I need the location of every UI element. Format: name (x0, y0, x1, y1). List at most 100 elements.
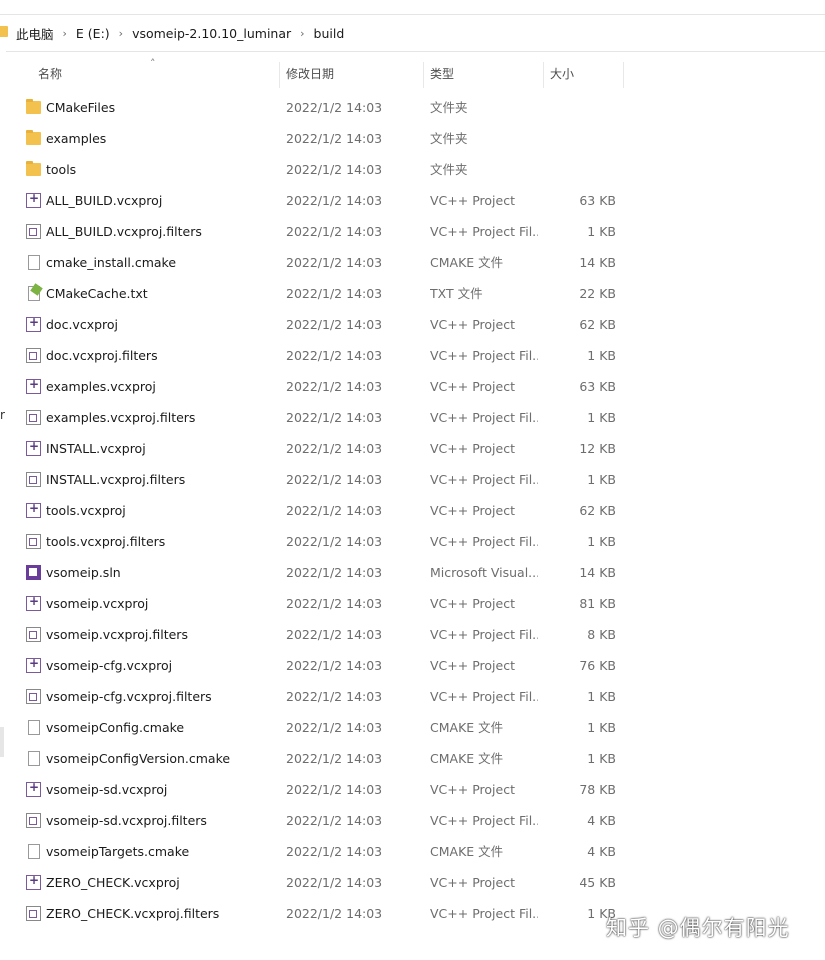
file-date: 2022/1/2 14:03 (286, 224, 383, 239)
file-row[interactable]: vsomeip-sd.vcxproj.filters 2022/1/2 14:03… (0, 805, 625, 836)
file-name: vsomeipConfig.cmake (46, 720, 185, 735)
file-row[interactable]: vsomeip-cfg.vcxproj.filters 2022/1/2 14:0… (0, 681, 625, 712)
sort-ascending-icon: ˄ (150, 57, 156, 70)
file-date: 2022/1/2 14:03 (286, 844, 383, 859)
breadcrumb-this-pc[interactable]: 此电脑 (16, 24, 54, 43)
file-type: VC++ Project Fil... (430, 627, 538, 642)
breadcrumb-drive-e[interactable]: E (E:) (76, 26, 110, 41)
vcxproj-icon (26, 439, 41, 456)
file-size: 62 KB (579, 503, 616, 518)
file-size: 8 KB (587, 627, 616, 642)
file-row[interactable]: vsomeipConfigVersion.cmake 2022/1/2 14:03… (0, 743, 625, 774)
column-header-name[interactable]: 名称 (38, 60, 62, 90)
vcxproj-icon (26, 377, 41, 394)
chevron-right-icon[interactable]: › (63, 27, 67, 40)
file-type: CMAKE 文件 (430, 720, 504, 735)
file-type: VC++ Project (430, 193, 515, 208)
chevron-right-icon[interactable]: › (300, 27, 304, 40)
file-name: examples.vcxproj (46, 379, 156, 394)
file-row[interactable]: tools.vcxproj.filters 2022/1/2 14:03 VC++ … (0, 526, 625, 557)
file-row[interactable]: vsomeipTargets.cmake 2022/1/2 14:03 CMAKE … (0, 836, 625, 867)
file-size: 62 KB (579, 317, 616, 332)
file-row[interactable]: tools.vcxproj 2022/1/2 14:03 VC++ Project 6… (0, 495, 625, 526)
file-row[interactable]: doc.vcxproj.filters 2022/1/2 14:03 VC++ Pr… (0, 340, 625, 371)
file-date: 2022/1/2 14:03 (286, 782, 383, 797)
file-row[interactable]: CMakeFiles 2022/1/2 14:03 文件夹 (0, 92, 625, 123)
file-name: INSTALL.vcxproj (46, 441, 146, 456)
filters-icon (26, 224, 41, 239)
file-row[interactable]: vsomeip.sln 2022/1/2 14:03 Microsoft Visua… (0, 557, 625, 588)
file-size: 1 KB (587, 224, 616, 239)
column-divider[interactable] (423, 62, 424, 88)
filters-icon (26, 534, 41, 549)
file-size: 1 KB (587, 410, 616, 425)
file-size: 1 KB (587, 534, 616, 549)
file-row[interactable]: examples.vcxproj 2022/1/2 14:03 VC++ Proje… (0, 371, 625, 402)
breadcrumb-build[interactable]: build (314, 26, 345, 41)
file-date: 2022/1/2 14:03 (286, 472, 383, 487)
filters-icon (26, 627, 41, 642)
file-name: vsomeip.vcxproj.filters (46, 627, 188, 642)
file-type: VC++ Project Fil... (430, 410, 538, 425)
file-date: 2022/1/2 14:03 (286, 193, 383, 208)
file-type: VC++ Project (430, 317, 515, 332)
file-type: VC++ Project Fil... (430, 689, 538, 704)
file-row[interactable]: tools 2022/1/2 14:03 文件夹 (0, 154, 625, 185)
file-row[interactable]: INSTALL.vcxproj.filters 2022/1/2 14:03 VC+… (0, 464, 625, 495)
column-header-size[interactable]: 大小 (550, 60, 574, 90)
file-date: 2022/1/2 14:03 (286, 441, 383, 456)
file-name: vsomeip-sd.vcxproj (46, 782, 168, 797)
file-row[interactable]: examples 2022/1/2 14:03 文件夹 (0, 123, 625, 154)
file-type: 文件夹 (430, 100, 468, 115)
file-row[interactable]: ZERO_CHECK.vcxproj 2022/1/2 14:03 VC++ Pro… (0, 867, 625, 898)
file-size: 81 KB (579, 596, 616, 611)
filters-icon (26, 472, 41, 487)
file-name: vsomeip-cfg.vcxproj (46, 658, 173, 673)
file-row[interactable]: vsomeip-sd.vcxproj 2022/1/2 14:03 VC++ Pro… (0, 774, 625, 805)
filters-icon (26, 410, 41, 425)
file-type: VC++ Project Fil... (430, 472, 538, 487)
column-header-type[interactable]: 类型 (430, 60, 454, 90)
file-row[interactable]: vsomeip.vcxproj.filters 2022/1/2 14:03 VC+… (0, 619, 625, 650)
file-row[interactable]: vsomeipConfig.cmake 2022/1/2 14:03 CMAKE 文… (0, 712, 625, 743)
document-icon (28, 844, 40, 859)
file-date: 2022/1/2 14:03 (286, 410, 383, 425)
folder-icon (0, 26, 8, 37)
file-type: TXT 文件 (430, 286, 483, 301)
file-row[interactable]: vsomeip.vcxproj 2022/1/2 14:03 VC++ Projec… (0, 588, 625, 619)
file-type: 文件夹 (430, 131, 468, 146)
column-divider[interactable] (543, 62, 544, 88)
file-date: 2022/1/2 14:03 (286, 100, 383, 115)
chevron-right-icon[interactable]: › (119, 27, 123, 40)
file-size: 22 KB (579, 286, 616, 301)
file-type: VC++ Project (430, 441, 515, 456)
file-date: 2022/1/2 14:03 (286, 317, 383, 332)
file-row[interactable]: INSTALL.vcxproj 2022/1/2 14:03 VC++ Projec… (0, 433, 625, 464)
file-row[interactable]: ALL_BUILD.vcxproj.filters 2022/1/2 14:03 V… (0, 216, 625, 247)
file-type: VC++ Project (430, 503, 515, 518)
file-date: 2022/1/2 14:03 (286, 131, 383, 146)
file-row[interactable]: ZERO_CHECK.vcxproj.filters 2022/1/2 14:03… (0, 898, 625, 929)
file-row[interactable]: doc.vcxproj 2022/1/2 14:03 VC++ Project 62 … (0, 309, 625, 340)
file-row[interactable]: cmake_install.cmake 2022/1/2 14:03 CMAKE 文… (0, 247, 625, 278)
file-type: VC++ Project Fil... (430, 224, 538, 239)
column-divider[interactable] (279, 62, 280, 88)
file-row[interactable]: CMakeCache.txt 2022/1/2 14:03 TXT 文件 22 KB (0, 278, 625, 309)
file-row[interactable]: ALL_BUILD.vcxproj 2022/1/2 14:03 VC++ Proj… (0, 185, 625, 216)
filters-icon (26, 689, 41, 704)
file-date: 2022/1/2 14:03 (286, 348, 383, 363)
file-size: 4 KB (587, 844, 616, 859)
address-bar[interactable]: 此电脑 › E (E:) › vsomeip-2.10.10_luminar ›… (0, 14, 825, 52)
column-divider[interactable] (623, 62, 624, 88)
file-row[interactable]: vsomeip-cfg.vcxproj 2022/1/2 14:03 VC++ Pr… (0, 650, 625, 681)
breadcrumb-vsomeip-folder[interactable]: vsomeip-2.10.10_luminar (132, 26, 291, 41)
file-type: VC++ Project (430, 658, 515, 673)
file-type: CMAKE 文件 (430, 255, 504, 270)
file-size: 1 KB (587, 689, 616, 704)
file-size: 63 KB (579, 193, 616, 208)
file-type: VC++ Project Fil... (430, 534, 538, 549)
file-row[interactable]: examples.vcxproj.filters 2022/1/2 14:03 VC… (0, 402, 625, 433)
column-header-date[interactable]: 修改日期 (286, 60, 334, 90)
filters-icon (26, 906, 41, 921)
file-type: Microsoft Visual... (430, 565, 538, 580)
